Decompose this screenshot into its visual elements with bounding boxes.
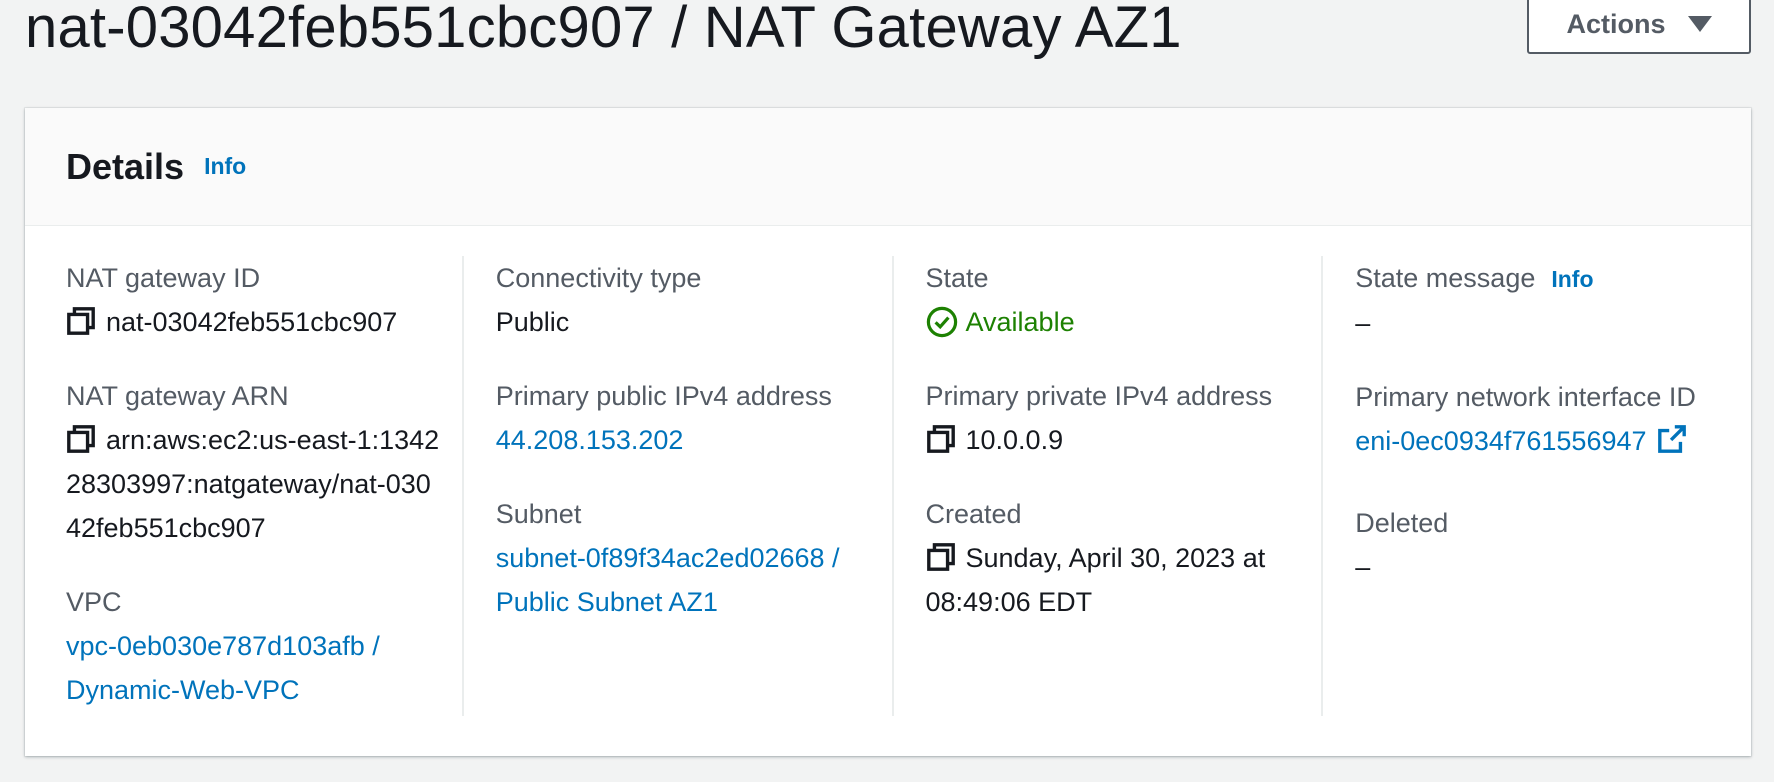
primary-private-ipv4-field: Primary private IPv4 address 10.0.0.9: [926, 374, 1302, 462]
actions-label: Actions: [1566, 8, 1666, 39]
deleted-value: –: [1355, 552, 1371, 582]
details-panel: Details Info NAT gateway ID nat-03042feb…: [25, 108, 1751, 756]
field-label: Primary network interface ID: [1355, 382, 1696, 412]
field-value: arn:aws:ec2:us-east-1:134228303997:natga…: [66, 418, 442, 550]
nat-gateway-arn-value: arn:aws:ec2:us-east-1:134228303997:natga…: [66, 425, 440, 543]
vpc-link[interactable]: vpc-0eb030e787d103afb / Dynamic-Web-VPC: [66, 624, 442, 712]
copy-icon[interactable]: [66, 424, 96, 454]
field-label: State: [925, 263, 989, 293]
field-label: Primary private IPv4 address: [925, 381, 1273, 411]
created-field: Created Sunday, April 30, 2023 at 08:49:…: [926, 492, 1302, 624]
field-label: Primary public IPv4 address: [495, 381, 832, 411]
field-label: Connectivity type: [495, 263, 702, 293]
nat-gateway-id-field: NAT gateway ID nat-03042feb551cbc907: [66, 256, 442, 344]
field-value: nat-03042feb551cbc907: [66, 300, 442, 344]
primary-network-interface-field: Primary network interface ID eni-0ec0934…: [1355, 375, 1731, 463]
primary-public-ipv4-field: Primary public IPv4 address 44.208.153.2…: [496, 374, 872, 462]
caret-down-icon: [1687, 16, 1712, 32]
connectivity-type-value: Public: [495, 307, 570, 337]
field-label: NAT gateway ARN: [66, 381, 289, 411]
check-circle-icon: [926, 306, 957, 338]
deleted-field: Deleted –: [1355, 501, 1731, 589]
subnet-link[interactable]: subnet-0f89f34ac2ed02668 / Public Subnet…: [496, 536, 872, 624]
network-interface-link[interactable]: eni-0ec0934f761556947: [1355, 426, 1646, 456]
nat-gateway-id-value: nat-03042feb551cbc907: [106, 307, 398, 337]
state-message-info-link[interactable]: Info: [1551, 266, 1593, 292]
details-column-1: NAT gateway ID nat-03042feb551cbc907 NAT…: [25, 256, 462, 716]
primary-private-ipv4-value: 10.0.0.9: [965, 425, 1064, 455]
copy-icon[interactable]: [66, 306, 96, 336]
primary-public-ipv4-link[interactable]: 44.208.153.202: [496, 418, 872, 462]
field-value: 10.0.0.9: [926, 418, 1302, 462]
subnet-field: Subnet subnet-0f89f34ac2ed02668 / Public…: [496, 492, 872, 624]
field-label: VPC: [66, 587, 122, 617]
details-column-3: State Available Primary private IPv4 add…: [891, 256, 1322, 716]
vpc-field: VPC vpc-0eb030e787d103afb / Dynamic-Web-…: [66, 580, 442, 712]
created-value: Sunday, April 30, 2023 at 08:49:06 EDT: [925, 543, 1266, 617]
external-link-icon[interactable]: [1657, 424, 1687, 454]
state-message-value: –: [1355, 308, 1371, 338]
state-message-field: State message Info –: [1355, 256, 1731, 345]
field-label: Created: [925, 499, 1022, 529]
details-info-link[interactable]: Info: [204, 153, 246, 180]
copy-icon[interactable]: [926, 542, 956, 572]
details-column-4: State message Info – Primary network inte…: [1321, 256, 1751, 716]
state-message-label: State message: [1355, 263, 1536, 293]
field-value: Sunday, April 30, 2023 at 08:49:06 EDT: [926, 536, 1302, 624]
page-title: nat-03042feb551cbc907 / NAT Gateway AZ1: [25, 0, 1182, 60]
state-field: State Available: [926, 256, 1302, 344]
field-value: eni-0ec0934f761556947: [1355, 419, 1731, 463]
details-header: Details Info: [25, 108, 1751, 226]
details-title: Details: [66, 145, 185, 187]
field-label: Deleted: [1355, 508, 1449, 538]
state-status-text: Available: [965, 307, 1075, 337]
state-value: Available: [926, 300, 1302, 344]
nat-gateway-arn-field: NAT gateway ARN arn:aws:ec2:us-east-1:13…: [66, 374, 442, 550]
field-label: Subnet: [495, 499, 582, 529]
copy-icon[interactable]: [926, 424, 956, 454]
actions-button[interactable]: Actions: [1527, 0, 1751, 54]
field-label: State message Info: [1355, 256, 1731, 301]
connectivity-type-field: Connectivity type Public: [496, 256, 872, 344]
details-columns: NAT gateway ID nat-03042feb551cbc907 NAT…: [25, 256, 1751, 716]
details-column-2: Connectivity type Public Primary public …: [461, 256, 892, 716]
field-label: NAT gateway ID: [66, 263, 261, 293]
